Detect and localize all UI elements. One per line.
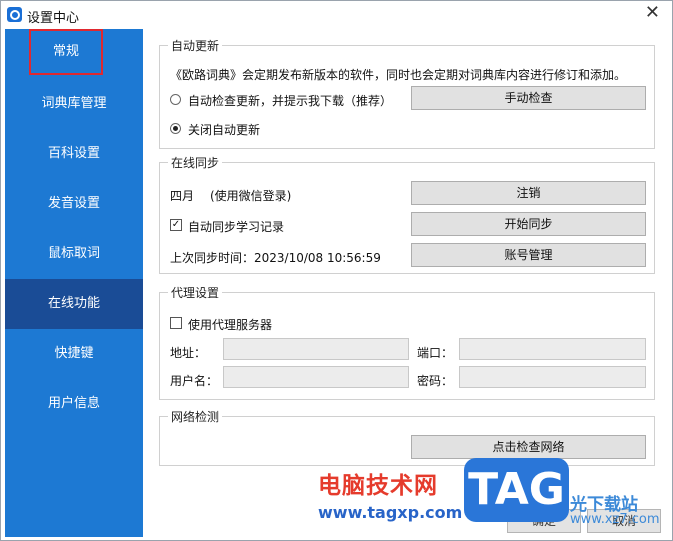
auto-sync-label: 自动同步学习记录 (188, 220, 285, 234)
sync-login-note: (使用微信登录) (210, 189, 292, 203)
use-proxy-checkbox[interactable] (170, 317, 182, 329)
proxy-port-input[interactable] (459, 338, 646, 360)
watermark-site-url: www.xz7.com (570, 512, 660, 527)
sidebar-item-user-info[interactable]: 用户信息 (5, 379, 143, 429)
proxy-username-label: 用户名： (170, 374, 219, 388)
sidebar-item-online[interactable]: 在线功能 (5, 279, 143, 329)
online-sync-group: 在线同步 四月 (使用微信登录) 注销 ✓ 自动同步学习记录 开始同步 上次同步… (159, 154, 655, 274)
auto-sync-checkbox[interactable]: ✓ (170, 219, 182, 231)
proxy-group: 代理设置 使用代理服务器 地址： 端口： 用户名： 密码： (159, 284, 655, 400)
sidebar-item-general[interactable]: 常规 (29, 29, 103, 75)
auto-update-description: 《欧路词典》会定期发布新版本的软件，同时也会定期对词典库内容进行修订和添加。 (170, 68, 627, 82)
account-management-button[interactable]: 账号管理 (411, 243, 646, 267)
start-sync-button[interactable]: 开始同步 (411, 212, 646, 236)
window-title: 设置中心 (27, 11, 80, 26)
app-logo-icon (7, 7, 22, 22)
proxy-port-label: 端口： (417, 346, 454, 360)
check-network-button[interactable]: 点击检查网络 (411, 435, 646, 459)
proxy-address-label: 地址： (170, 346, 207, 360)
proxy-address-input[interactable] (223, 338, 409, 360)
proxy-username-input[interactable] (223, 366, 409, 388)
proxy-legend: 代理设置 (168, 284, 223, 301)
watermark-url: www.tagxp.com (318, 503, 463, 522)
sidebar-item-shortcuts[interactable]: 快捷键 (5, 329, 143, 379)
watermark-title: 电脑技术网 (318, 473, 438, 499)
watermark-tag-logo: TAG (464, 458, 569, 522)
sync-user-name: 四月 (170, 189, 195, 203)
sidebar-item-mouse-lookup[interactable]: 鼠标取词 (5, 229, 143, 279)
sidebar-item-encyclopedia[interactable]: 百科设置 (5, 129, 143, 179)
network-check-group: 网络检测 点击检查网络 (159, 408, 655, 466)
content-panel: 自动更新 《欧路词典》会定期发布新版本的软件，同时也会定期对词典库内容进行修订和… (143, 29, 671, 539)
online-sync-legend: 在线同步 (168, 154, 223, 171)
auto-update-legend: 自动更新 (168, 37, 223, 54)
sidebar-item-dictionary-library[interactable]: 词典库管理 (5, 79, 143, 129)
use-proxy-label: 使用代理服务器 (188, 318, 273, 332)
network-check-legend: 网络检测 (168, 408, 223, 425)
auto-check-label: 自动检查更新，并提示我下载（推荐） (188, 94, 393, 108)
auto-update-off-label: 关闭自动更新 (188, 123, 261, 137)
settings-window: 设置中心 ✕ 常规 词典库管理 百科设置 发音设置 鼠标取词 在线功能 快捷键 … (0, 0, 673, 541)
auto-check-radio[interactable] (170, 94, 181, 105)
proxy-password-input[interactable] (459, 366, 646, 388)
manual-check-button[interactable]: 手动检查 (411, 86, 646, 110)
auto-update-off-radio[interactable] (170, 123, 181, 134)
title-bar: 设置中心 ✕ (1, 1, 672, 28)
last-sync-time: 上次同步时间：2023/10/08 10:56:59 (170, 251, 381, 265)
proxy-password-label: 密码： (417, 374, 454, 388)
close-icon[interactable]: ✕ (645, 4, 660, 22)
sidebar: 常规 词典库管理 百科设置 发音设置 鼠标取词 在线功能 快捷键 用户信息 (5, 29, 143, 537)
logout-button[interactable]: 注销 (411, 181, 646, 205)
auto-update-group: 自动更新 《欧路词典》会定期发布新版本的软件，同时也会定期对词典库内容进行修订和… (159, 37, 655, 149)
sidebar-item-pronunciation[interactable]: 发音设置 (5, 179, 143, 229)
